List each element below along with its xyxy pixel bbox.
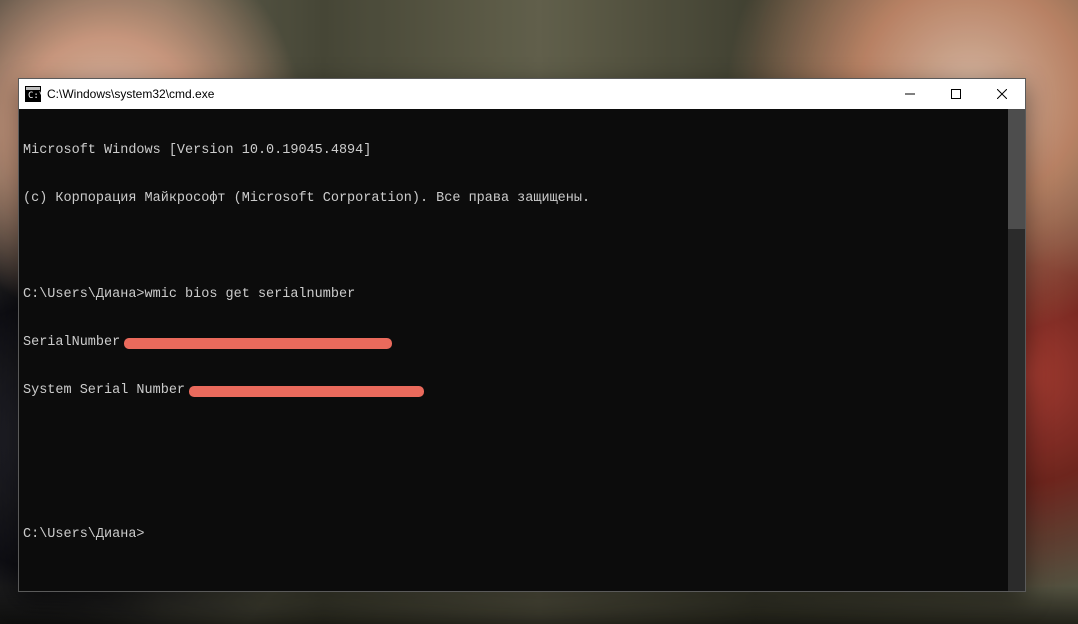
terminal-output: Microsoft Windows [Version 10.0.19045.48… [23,111,1019,575]
prompt-2: C:\Users\Диана> [23,527,145,543]
redacted-serial-2 [189,386,424,397]
copyright-line: (c) Корпорация Майкрософт (Microsoft Cor… [23,191,590,207]
window-title: C:\Windows\system32\cmd.exe [47,87,214,101]
minimize-button[interactable] [887,79,933,109]
window-controls [887,79,1025,109]
cmd-icon: C:\ [25,86,41,102]
svg-text:C:\: C:\ [28,91,41,101]
maximize-button[interactable] [933,79,979,109]
output-system-serial-label: System Serial Number [23,383,185,399]
redacted-serial-1 [124,338,392,349]
titlebar[interactable]: C:\ C:\Windows\system32\cmd.exe [19,79,1025,109]
output-serialnumber-label: SerialNumber [23,335,120,351]
prompt-1: C:\Users\Диана> [23,287,145,303]
cmd-window: C:\ C:\Windows\system32\cmd.exe Microsof… [18,78,1026,592]
version-line: Microsoft Windows [Version 10.0.19045.48… [23,143,371,159]
vertical-scrollbar[interactable] [1008,109,1025,591]
close-button[interactable] [979,79,1025,109]
terminal-client-area[interactable]: Microsoft Windows [Version 10.0.19045.48… [19,109,1025,591]
command-1: wmic bios get serialnumber [145,287,356,303]
